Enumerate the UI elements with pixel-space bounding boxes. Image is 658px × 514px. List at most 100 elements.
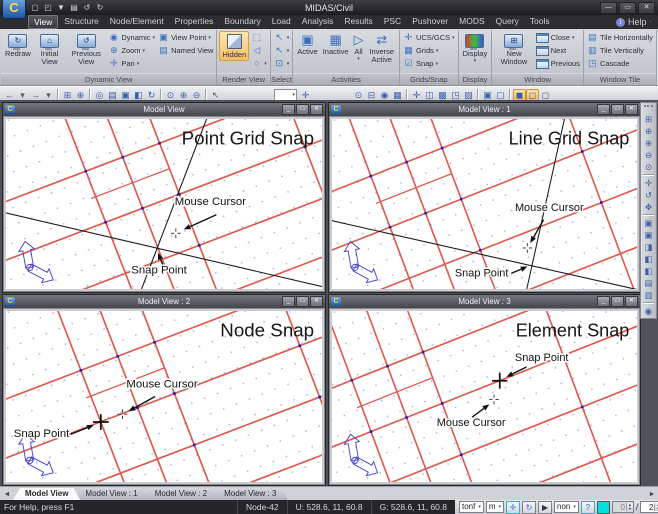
hidden-button[interactable]: Hidden <box>219 31 249 61</box>
view-left-icon[interactable]: ◧ <box>642 253 655 265</box>
view-standard-icon[interactable]: ▣ <box>642 217 655 229</box>
tile-horizontally-button[interactable]: ▤Tile Horizontally <box>586 31 654 44</box>
pan-menu[interactable]: ✛Pan▾ <box>107 57 156 70</box>
close-window-menu[interactable]: Close▾ <box>535 31 581 44</box>
select-single-menu[interactable]: ↖▾ <box>273 31 291 44</box>
dynamic-menu[interactable]: ◉Dynamic▾ <box>107 31 156 44</box>
help-menu[interactable]: i Help ▾ <box>616 17 658 27</box>
axis-toggle-button[interactable]: ✛ <box>506 501 520 514</box>
pan-icon[interactable]: ✛ <box>642 177 655 189</box>
menu-tab-node-element[interactable]: Node/Element <box>105 15 169 29</box>
select-polygon-menu[interactable]: ⊡▾ <box>273 57 291 70</box>
menu-tab-analysis[interactable]: Analysis <box>297 15 339 29</box>
zoom-menu[interactable]: ⊕Zoom▾ <box>107 44 156 57</box>
view-tab-1[interactable]: Model View : 1 <box>73 488 149 500</box>
window-minimize-button[interactable]: _ <box>597 296 610 307</box>
window-restore-button[interactable]: □ <box>611 104 624 115</box>
initial-view-button[interactable]: ⌂ Initial View <box>34 31 65 67</box>
menu-tab-mods[interactable]: MODS <box>454 15 490 29</box>
model-canvas-2[interactable]: Mouse CursorSnap PointNode Snap <box>4 309 324 484</box>
midas-logo-icon[interactable]: C <box>2 0 26 19</box>
view-tab-3[interactable]: Model View : 3 <box>212 488 288 500</box>
length-unit-dropdown[interactable]: m▾ <box>486 501 504 513</box>
model-canvas-0[interactable]: Mouse CursorSnap PointPoint Grid Snap <box>4 117 324 291</box>
model-view-window-0[interactable]: C Model View _□✕ Mouse CursorSnap PointP… <box>2 102 326 293</box>
window-minimize-button[interactable]: _ <box>282 296 295 307</box>
model-view-3-titlebar[interactable]: C Model View : 3 _□✕ <box>329 295 640 308</box>
query-button[interactable]: ? <box>581 501 595 514</box>
all-button[interactable]: ▷ All ▾ <box>352 31 366 63</box>
select-window-menu[interactable]: ↖▾ <box>273 44 291 57</box>
menu-tab-query[interactable]: Query <box>491 15 524 29</box>
model-canvas-3[interactable]: Mouse CursorSnap PointElement Snap <box>330 309 639 484</box>
active-button[interactable]: ▣ Active <box>295 31 319 57</box>
display-button[interactable]: Display ▾ <box>461 31 490 65</box>
window-close-button[interactable]: ✕ <box>625 296 638 307</box>
zoom-in-icon[interactable]: ⊕ <box>642 137 655 149</box>
menu-tab-structure[interactable]: Structure <box>59 15 104 29</box>
next-window-button[interactable]: Next <box>535 44 581 57</box>
window-restore-button[interactable]: □ <box>296 104 309 115</box>
render-option-2[interactable]: ◁ <box>250 44 268 57</box>
menu-tab-boundary[interactable]: Boundary <box>219 15 265 29</box>
spinner-left[interactable]: 0▲▼ <box>612 501 634 513</box>
inverse-active-button[interactable]: ⇄ Inverse Active <box>367 31 397 65</box>
menu-tab-pushover[interactable]: Pushover <box>407 15 453 29</box>
zoom-window-icon[interactable]: ⊞ <box>642 113 655 125</box>
move-view-icon[interactable]: ✥ <box>642 201 655 213</box>
window-close-button[interactable]: ✕ <box>310 104 323 115</box>
render-option-3[interactable]: ○▾ <box>250 57 268 70</box>
tile-vertically-button[interactable]: ▥Tile Vertically <box>586 44 654 57</box>
view-tab-2[interactable]: Model View : 2 <box>143 488 219 500</box>
window-minimize-button[interactable]: _ <box>597 104 610 115</box>
ucs-gcs-menu[interactable]: ✛UCS/GCS▾ <box>402 31 456 44</box>
window-minimize-button[interactable]: _ <box>282 104 295 115</box>
grids-menu[interactable]: ▦Grids▾ <box>402 44 456 57</box>
tab-scroll-right-icon[interactable]: ► <box>646 489 658 500</box>
minimize-button[interactable]: — <box>600 2 617 14</box>
previous-view-button[interactable]: ↺ Previous View <box>66 31 106 67</box>
toolbar-grip[interactable] <box>644 105 653 111</box>
model-view-window-2[interactable]: C Model View : 2 _□✕ Mouse CursorSnap Po… <box>2 294 326 486</box>
view-iso-icon[interactable]: ◧ <box>642 265 655 277</box>
rotate-dynamic-icon[interactable]: ↺ <box>642 189 655 201</box>
render-option-1[interactable]: ⬚ <box>250 31 268 44</box>
inactive-button[interactable]: ▦ Inactive <box>321 31 351 57</box>
rotate-toggle-button[interactable]: ↻ <box>522 501 536 514</box>
spinner-right[interactable]: 2▲▼ <box>640 501 658 513</box>
window-restore-button[interactable]: □ <box>611 296 624 307</box>
menu-tab-properties[interactable]: Properties <box>170 15 219 29</box>
menu-tab-load[interactable]: Load <box>267 15 296 29</box>
model-view-0-titlebar[interactable]: C Model View _□✕ <box>3 103 325 116</box>
zoom-fit-icon[interactable]: ⊙ <box>642 161 655 173</box>
tab-scroll-left-icon[interactable]: ◄ <box>2 489 12 500</box>
new-window-button[interactable]: ⊞ New Window <box>494 31 534 67</box>
redraw-button[interactable]: ↻ Redraw <box>3 31 33 59</box>
named-view-button[interactable]: ▤Named View <box>157 44 214 57</box>
option-dropdown[interactable]: non▾ <box>554 501 579 513</box>
previous-window-button[interactable]: Previous <box>535 57 581 70</box>
snap-menu[interactable]: ☑Snap▾ <box>402 57 456 70</box>
close-button[interactable]: ✕ <box>638 2 655 14</box>
play-button[interactable]: ▶ <box>538 501 552 514</box>
model-view-1-titlebar[interactable]: C Model View : 1 _□✕ <box>329 103 640 116</box>
force-unit-dropdown[interactable]: tonf▾ <box>459 501 484 513</box>
window-restore-button[interactable]: □ <box>296 296 309 307</box>
zoom-out-icon[interactable]: ⊖ <box>642 149 655 161</box>
model-canvas-1[interactable]: Mouse CursorSnap PointLine Grid Snap <box>330 117 639 291</box>
hidden-render-icon[interactable]: ▤ <box>642 277 655 289</box>
window-close-button[interactable]: ✕ <box>625 104 638 115</box>
maximize-button[interactable]: ▭ <box>619 2 636 14</box>
model-view-2-titlebar[interactable]: C Model View : 2 _□✕ <box>3 295 325 308</box>
menu-tab-psc[interactable]: PSC <box>379 15 406 29</box>
menu-tab-tools[interactable]: Tools <box>525 15 555 29</box>
menu-tab-view[interactable]: View <box>28 15 58 29</box>
capture-icon[interactable]: ◉ <box>642 305 655 317</box>
shade-render-icon[interactable]: ▥ <box>642 289 655 301</box>
zoom-dynamic-icon[interactable]: ⊕ <box>642 125 655 137</box>
cascade-button[interactable]: ◳Cascade <box>586 57 654 70</box>
window-close-button[interactable]: ✕ <box>310 296 323 307</box>
view-tab-0[interactable]: Model View <box>13 488 80 500</box>
view-front-icon[interactable]: ▣ <box>642 229 655 241</box>
model-view-window-3[interactable]: C Model View : 3 _□✕ Mouse CursorSnap Po… <box>328 294 641 486</box>
